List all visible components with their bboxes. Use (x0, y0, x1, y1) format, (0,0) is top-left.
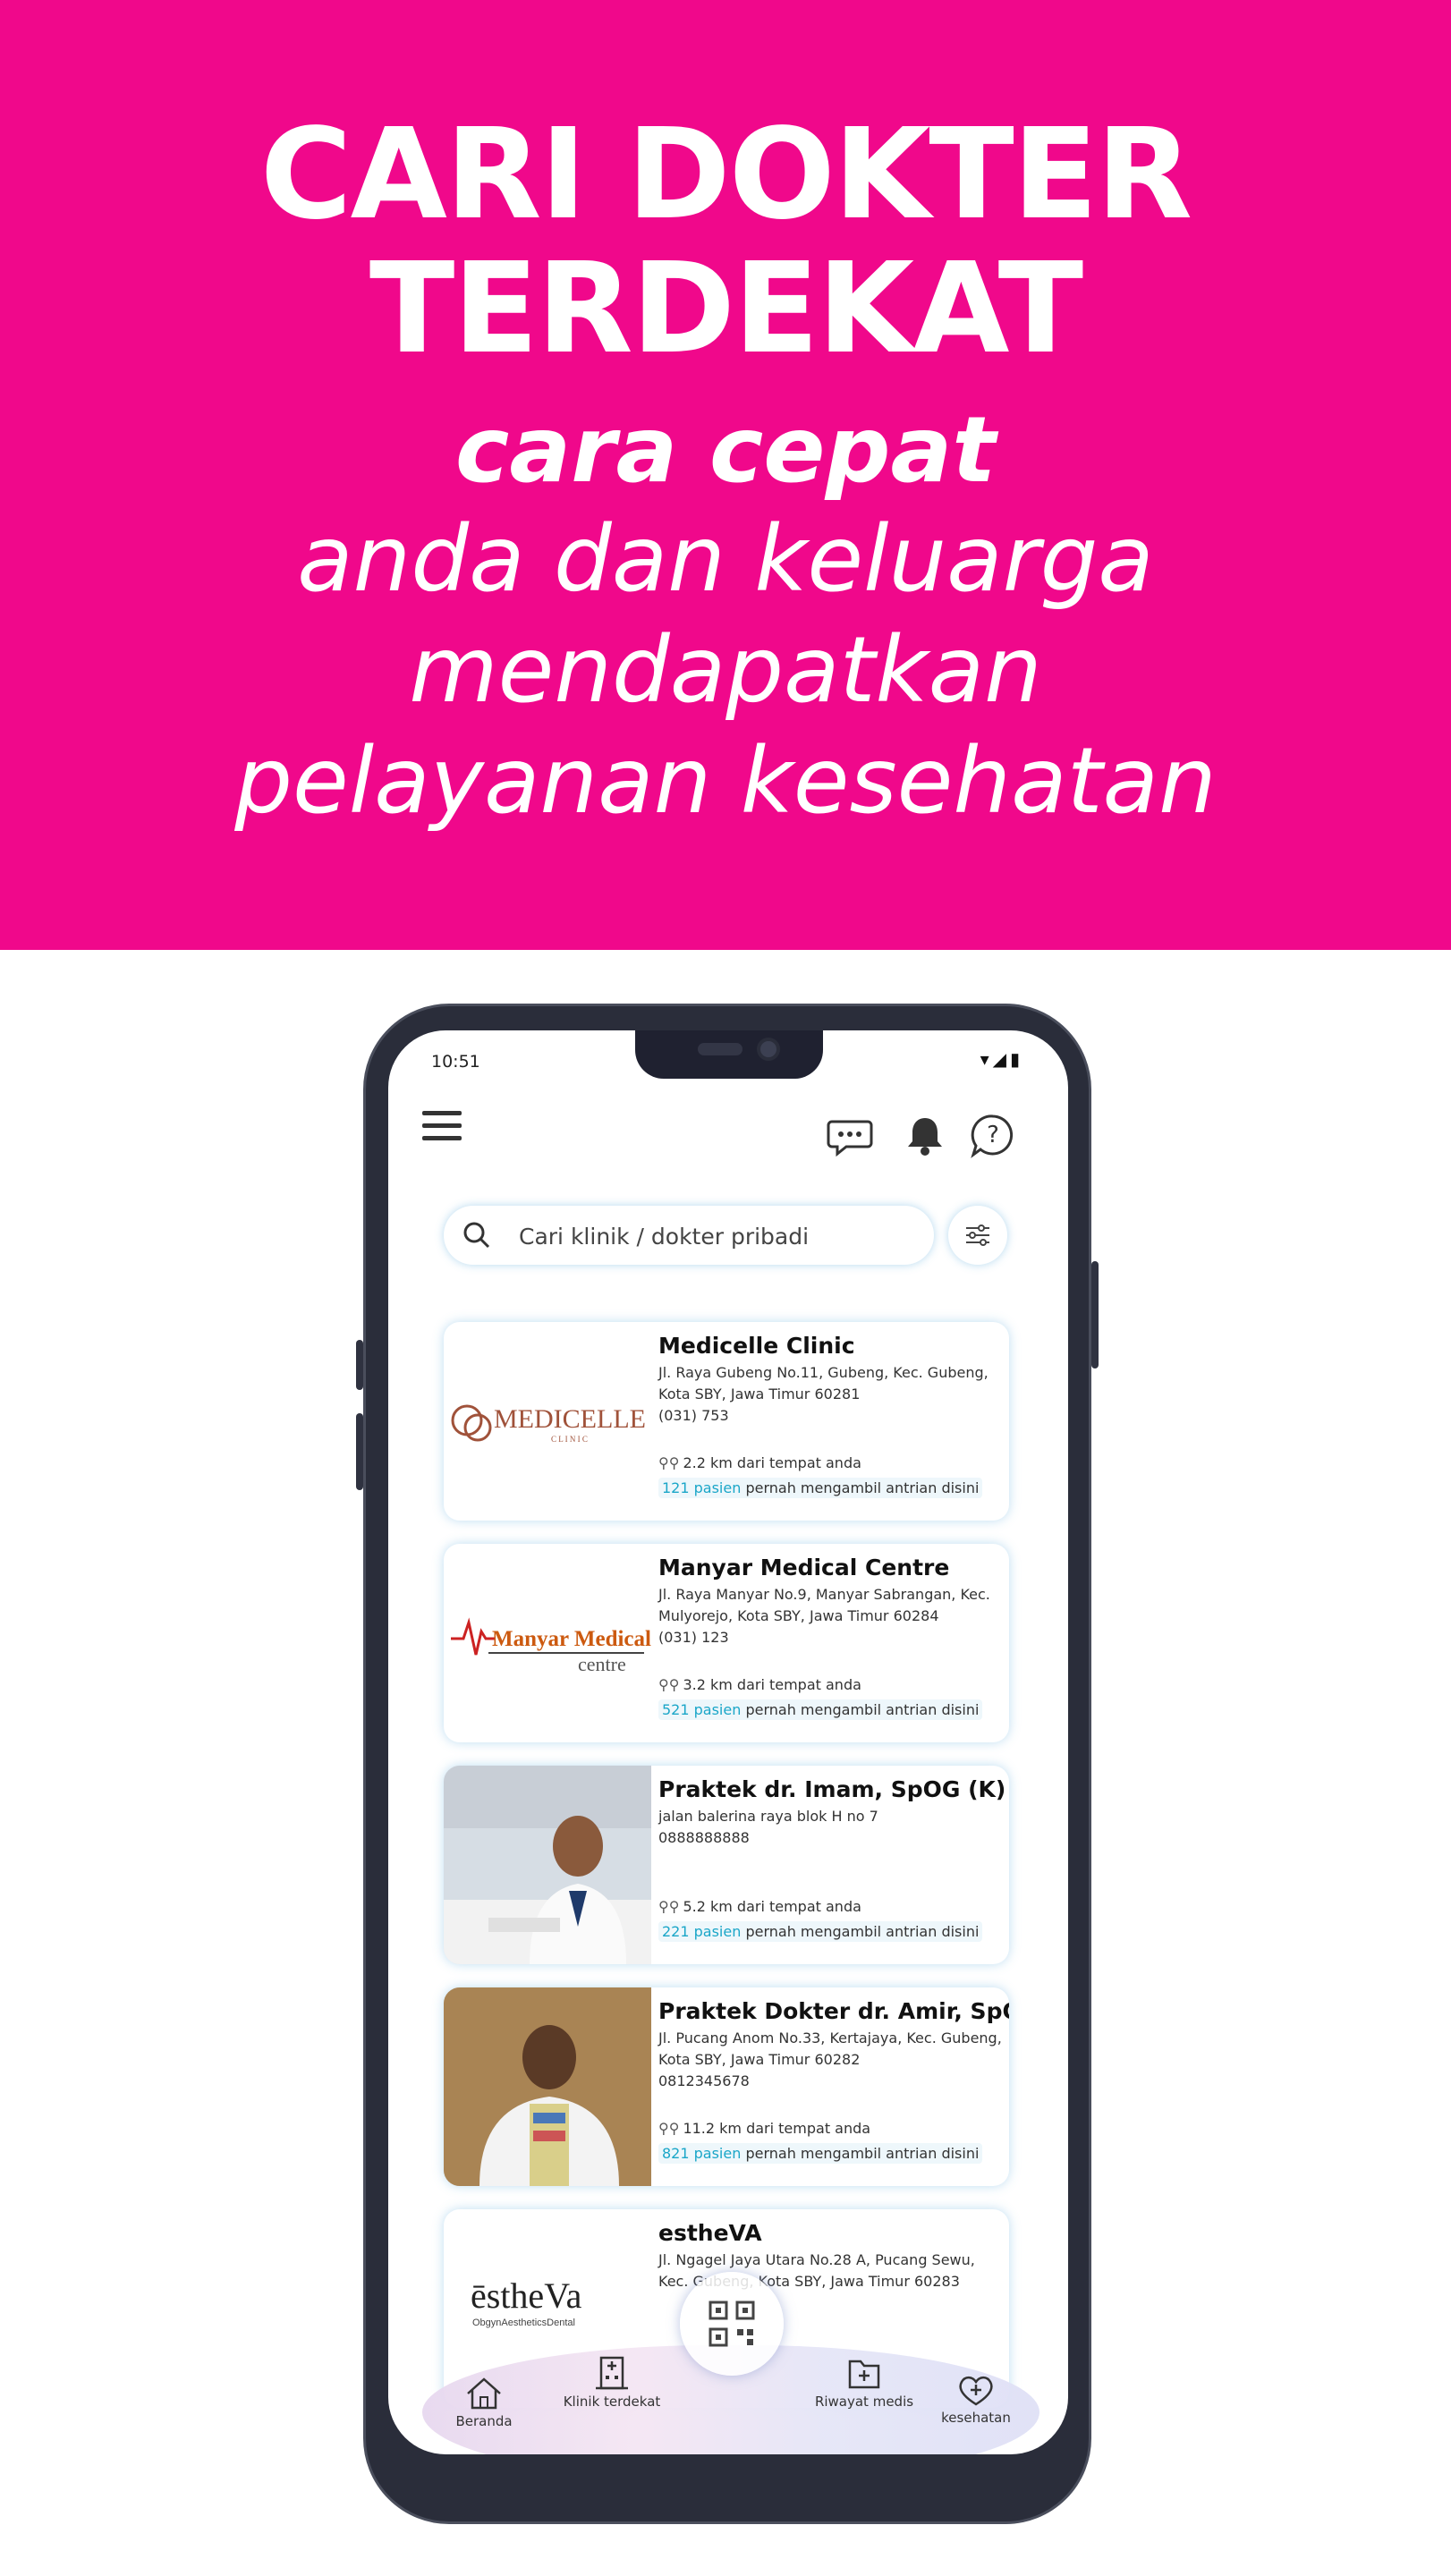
status-time: 10:51 (431, 1052, 480, 1072)
home-icon (467, 2377, 501, 2410)
front-camera (757, 1038, 780, 1061)
bell-icon[interactable] (902, 1113, 948, 1159)
nav-label: kesehatan (941, 2410, 1011, 2426)
nav-label: Klinik terdekat (563, 2394, 661, 2410)
queue-text: pernah mengambil antrian disini (745, 1479, 980, 1496)
patient-count: 821 pasien (662, 2145, 742, 2162)
clinic-logo-subtext: C L I N I C (551, 1435, 588, 1444)
chat-icon[interactable] (827, 1113, 873, 1159)
clinic-logo-text: ēstheVa (471, 2275, 582, 2316)
queue-text: pernah mengambil antrian disini (745, 1923, 980, 1940)
search-icon (463, 1222, 490, 1249)
clinic-card[interactable]: Praktek dr. Imam, SpOG (K) jalan balerin… (444, 1766, 1009, 1964)
clinic-logo: MEDICELLE C L I N I C (444, 1322, 651, 1521)
clinic-phone: 0888888888 (658, 1829, 750, 1846)
clinic-name: Praktek dr. Imam, SpOG (K) (658, 1776, 1006, 1802)
nav-item-riwayat-medis[interactable]: Riwayat medis (810, 2352, 918, 2410)
queue-info: 821 pasien pernah mengambil antrian disi… (658, 2143, 983, 2164)
clinic-phone: (031) 123 (658, 1629, 729, 1646)
status-icons: ▾◢▮ (980, 1048, 1023, 1070)
clinic-logo-subtext: centre (578, 1653, 626, 1675)
heart-plus-icon (959, 2376, 993, 2406)
queue-text: pernah mengambil antrian disini (745, 1701, 980, 1718)
location-pin-icon: ⚲⚲ (658, 1898, 680, 1915)
location-pin-icon: ⚲⚲ (658, 2120, 680, 2137)
clinic-logo-text: Manyar Medical (492, 1627, 651, 1651)
hospital-icon (596, 2356, 628, 2390)
phone-notch (635, 1030, 823, 1079)
svg-text:?: ? (987, 1122, 999, 1148)
banner-subtitle-line1: anda dan keluarga (297, 506, 1154, 613)
banner-title-line1: CARI DOKTER (259, 102, 1192, 248)
clinic-phone: (031) 753 (658, 1407, 729, 1424)
clinic-card[interactable]: Manyar Medical centre Manyar Medical Cen… (444, 1544, 1009, 1742)
clinic-distance: 2.2 km dari tempat anda (683, 1454, 861, 1471)
clinic-logo-subtext: ObgynAestheticsDental (472, 2318, 575, 2328)
nav-item-beranda[interactable]: Beranda (444, 2376, 524, 2429)
clinic-distance: 5.2 km dari tempat anda (683, 1898, 861, 1915)
nav-item-klinik-terdekat[interactable]: Klinik terdekat (558, 2352, 666, 2410)
phone-side-button (1091, 1261, 1099, 1368)
clinic-card[interactable]: MEDICELLE C L I N I C Medicelle Clinic J… (444, 1322, 1009, 1521)
clinic-name: Praktek Dokter dr. Amir, SpOG (658, 1998, 1009, 2024)
filter-button[interactable] (948, 1206, 1007, 1265)
clinic-card[interactable]: Praktek Dokter dr. Amir, SpOG Jl. Pucang… (444, 1987, 1009, 2186)
clinic-distance: 3.2 km dari tempat anda (683, 1676, 861, 1693)
patient-count: 121 pasien (662, 1479, 742, 1496)
nav-item-kesehatan[interactable]: kesehatan (936, 2372, 1016, 2426)
patient-count: 221 pasien (662, 1923, 742, 1940)
banner-subtitle-line3: pelayanan kesehatan (234, 728, 1217, 835)
clinic-address: Jl. Raya Manyar No.9, Manyar Sabrangan, … (658, 1586, 990, 1624)
menu-icon[interactable] (422, 1111, 462, 1147)
qr-code-icon (709, 2301, 755, 2347)
phone-side-button (356, 1413, 363, 1490)
location-pin-icon: ⚲⚲ (658, 1454, 680, 1471)
doctor-photo (444, 1987, 651, 2186)
patient-count: 521 pasien (662, 1701, 742, 1718)
banner-subtitle-line2: mendapatkan (409, 617, 1042, 724)
phone-side-button (356, 1340, 363, 1390)
clinic-logo: Manyar Medical centre (444, 1544, 651, 1742)
clinic-name: estheVA (658, 2220, 762, 2246)
doctor-photo (444, 1766, 651, 1964)
clinic-address: Jl. Pucang Anom No.33, Kertajaya, Kec. G… (658, 2029, 1002, 2068)
banner-title-line2: TERDEKAT (369, 236, 1083, 382)
queue-info: 521 pasien pernah mengambil antrian disi… (658, 1699, 983, 1720)
clinic-address: Jl. Raya Gubeng No.11, Gubeng, Kec. Gube… (658, 1364, 989, 1402)
phone-screen: 10:51 ▾◢▮ ? Cari klinik / dokter pribadi (388, 1030, 1068, 2454)
clinic-name: Medicelle Clinic (658, 1333, 855, 1359)
clinic-name: Manyar Medical Centre (658, 1555, 950, 1580)
help-icon[interactable]: ? (970, 1113, 1016, 1159)
clinic-phone: 0812345678 (658, 2072, 750, 2089)
clinic-logo-text: MEDICELLE (494, 1404, 646, 1434)
nav-label: Riwayat medis (814, 2394, 914, 2410)
medical-folder-icon (848, 2360, 880, 2389)
location-pin-icon: ⚲⚲ (658, 1676, 680, 1693)
clinic-address: jalan balerina raya blok H no 7 (658, 1808, 878, 1825)
filter-sliders-icon (966, 1224, 989, 1246)
promo-banner: CARI DOKTER TERDEKAT cara cepat anda dan… (0, 0, 1451, 950)
qr-scan-button[interactable] (680, 2272, 784, 2376)
queue-info: 121 pasien pernah mengambil antrian disi… (658, 1478, 983, 1498)
earpiece (698, 1043, 742, 1055)
queue-text: pernah mengambil antrian disini (745, 2145, 980, 2162)
clinic-distance: 11.2 km dari tempat anda (683, 2120, 871, 2137)
search-bar[interactable]: Cari klinik / dokter pribadi (444, 1206, 934, 1265)
search-input[interactable]: Cari klinik / dokter pribadi (519, 1224, 809, 1250)
banner-subtitle-bold: cara cepat (454, 397, 997, 504)
nav-label: Beranda (455, 2413, 513, 2429)
queue-info: 221 pasien pernah mengambil antrian disi… (658, 1921, 983, 1942)
